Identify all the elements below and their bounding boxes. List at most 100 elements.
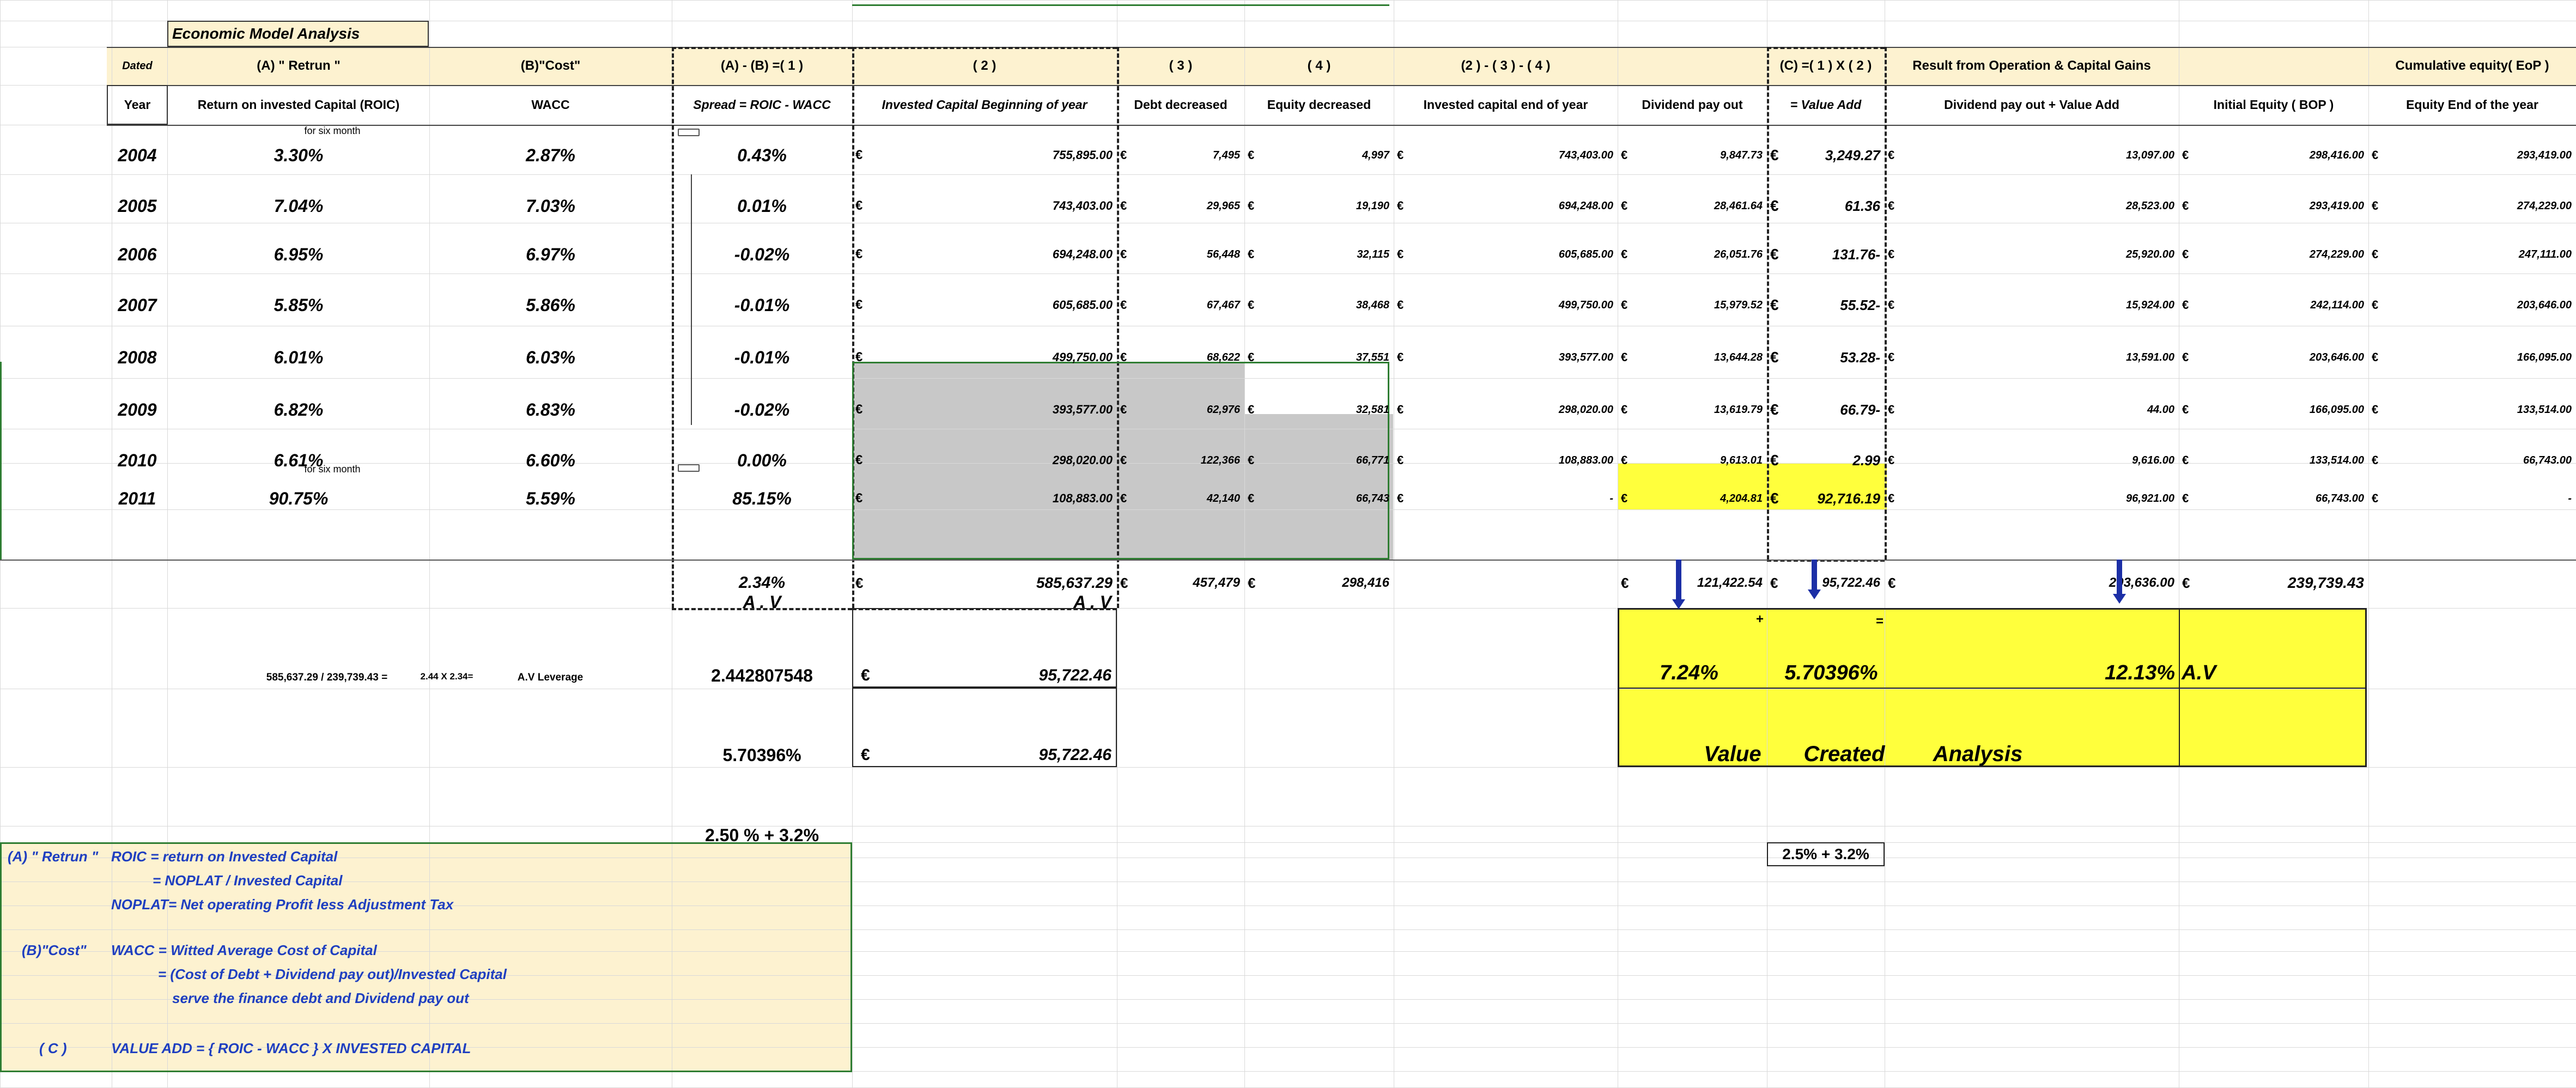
year-cell: 2009 bbox=[118, 400, 157, 420]
currency-symbol: € bbox=[1397, 403, 1404, 416]
currency-symbol: € bbox=[1621, 148, 1628, 162]
column-header-11: Initial Equity ( BOP ) bbox=[2213, 98, 2334, 112]
totals-divider bbox=[0, 560, 2576, 561]
av-label: A . V bbox=[743, 592, 781, 612]
subheader-divider bbox=[107, 125, 2576, 126]
legend-roic: ROIC = return on Invested Capital bbox=[111, 848, 338, 865]
currency-symbol: € bbox=[1248, 148, 1255, 162]
amount-cell: 66,771 bbox=[1356, 454, 1389, 466]
currency-symbol: € bbox=[1120, 199, 1127, 212]
currency-symbol: € bbox=[1888, 575, 1896, 591]
currency-symbol: € bbox=[1621, 453, 1628, 467]
value-leverage: 5.70396% bbox=[1784, 661, 1878, 684]
currency-symbol: € bbox=[1888, 247, 1895, 261]
value-av: A.V bbox=[2182, 661, 2216, 684]
group-header-3: (A) - (B) =( 1 ) bbox=[720, 58, 804, 73]
leverage-value: 2.442807548 bbox=[711, 666, 813, 685]
currency-symbol: € bbox=[1621, 247, 1628, 261]
currency-symbol: € bbox=[855, 198, 863, 213]
arrow-right-icon bbox=[678, 129, 700, 136]
spread-cell: -0.02% bbox=[734, 245, 790, 264]
wacc-cell: 2.87% bbox=[526, 145, 575, 165]
spread-cell: -0.01% bbox=[734, 295, 790, 315]
currency-symbol: € bbox=[1120, 350, 1127, 364]
column-header-0: Year bbox=[124, 98, 151, 112]
currency-symbol: € bbox=[2372, 453, 2379, 467]
currency-symbol: € bbox=[1621, 199, 1628, 212]
currency-symbol: € bbox=[2182, 148, 2189, 162]
amount-cell: 293,419.00 bbox=[2517, 149, 2572, 161]
legend-b-label: (B)"Cost" bbox=[22, 942, 87, 958]
amount-cell: 3,249.27 bbox=[1825, 147, 1880, 163]
amount-cell: 298,020.00 bbox=[1558, 404, 1613, 416]
spread-cell: 85.15% bbox=[732, 489, 792, 508]
currency-symbol: € bbox=[2182, 575, 2190, 591]
total-dividend_plus_value: 203,636.00 bbox=[2109, 575, 2174, 590]
group-header-4: ( 2 ) bbox=[973, 58, 997, 73]
currency-symbol: € bbox=[2372, 403, 2379, 416]
currency-symbol: € bbox=[2182, 453, 2189, 467]
currency-symbol: € bbox=[1621, 403, 1628, 416]
grid-row-line bbox=[0, 767, 2576, 768]
currency-symbol: € bbox=[1120, 247, 1127, 261]
currency-symbol: € bbox=[855, 297, 863, 312]
spreadsheet-sheet[interactable]: Economic Model Analysis Dated (A) " Retrun… bbox=[0, 0, 2576, 1088]
roic-cell: 90.75% bbox=[269, 489, 329, 508]
currency-symbol: € bbox=[1770, 147, 1779, 163]
caption-value: Value bbox=[1704, 742, 1761, 766]
currency-symbol: € bbox=[2182, 350, 2189, 364]
currency-symbol: € bbox=[1888, 148, 1895, 162]
selection-top-marker bbox=[852, 4, 1389, 6]
grid-col-line bbox=[2368, 0, 2369, 1087]
legend-noplat-ratio: = NOPLAT / Invested Capital bbox=[153, 872, 343, 889]
amount-cell: 242,114.00 bbox=[2310, 299, 2364, 311]
leverage-label: A.V Leverage bbox=[517, 671, 584, 683]
amount-cell: 122,366 bbox=[1200, 454, 1240, 466]
total-equity: 298,416 bbox=[1342, 575, 1389, 590]
currency-symbol: € bbox=[1888, 453, 1895, 467]
spread-cell: 0.00% bbox=[737, 451, 787, 470]
currency-symbol: € bbox=[861, 666, 870, 684]
currency-symbol: € bbox=[1888, 491, 1895, 505]
year-cell: 2007 bbox=[118, 295, 157, 315]
small-formula-box-text: 2.5% + 3.2% bbox=[1782, 846, 1869, 862]
amount-cell: 393,577.00 bbox=[1052, 403, 1113, 416]
total-debt: 457,479 bbox=[1193, 575, 1240, 590]
spread-cell: -0.01% bbox=[734, 348, 790, 367]
spread-cell: 0.01% bbox=[737, 196, 787, 216]
amount-cell: 32,581 bbox=[1356, 404, 1389, 416]
currency-symbol: € bbox=[1397, 148, 1404, 162]
down-arrow-icon bbox=[1676, 560, 1681, 600]
spread-cell: -0.02% bbox=[734, 400, 790, 420]
currency-symbol: € bbox=[2372, 199, 2379, 212]
amount-cell: 9,613.01 bbox=[1720, 454, 1763, 466]
grid-row-line bbox=[0, 273, 2576, 274]
amount-cell: 44.00 bbox=[2147, 404, 2174, 416]
column-header-8: Dividend pay out bbox=[1642, 98, 1743, 112]
wacc-cell: 7.03% bbox=[526, 196, 575, 216]
currency-symbol: € bbox=[1888, 298, 1895, 312]
amount-cell: 38,468 bbox=[1356, 299, 1389, 311]
amount-cell: 32,115 bbox=[1357, 248, 1389, 260]
amount-cell: 92,716.19 bbox=[1817, 490, 1880, 507]
amount-cell: 53.28- bbox=[1840, 349, 1880, 366]
column-header-5: Debt decreased bbox=[1134, 98, 1228, 112]
year-cell: 2006 bbox=[118, 245, 157, 264]
wacc-cell: 6.60% bbox=[526, 451, 575, 470]
column-header-4: Invested Capital Beginning of year bbox=[882, 98, 1087, 112]
group-header-6: ( 4 ) bbox=[1307, 58, 1331, 73]
currency-symbol: € bbox=[1120, 403, 1127, 416]
total-initial_equity: 239,739.43 bbox=[2287, 574, 2364, 591]
amount-cell: 66,743.00 bbox=[2523, 454, 2572, 466]
currency-symbol: € bbox=[1120, 453, 1127, 467]
down-arrow-head-icon bbox=[1808, 589, 1821, 599]
value-total: 12.13% bbox=[2105, 661, 2175, 684]
year-cell: 2005 bbox=[118, 196, 157, 216]
caption-analysis: Analysis bbox=[1933, 742, 2023, 766]
amount-cell: 28,461.64 bbox=[1714, 200, 1763, 212]
roic-cell: 7.04% bbox=[274, 196, 324, 216]
sheet-title: Economic Model Analysis bbox=[172, 25, 360, 42]
currency-symbol: € bbox=[1770, 452, 1779, 469]
currency-symbol: € bbox=[855, 247, 863, 262]
currency-symbol: € bbox=[2182, 298, 2189, 312]
